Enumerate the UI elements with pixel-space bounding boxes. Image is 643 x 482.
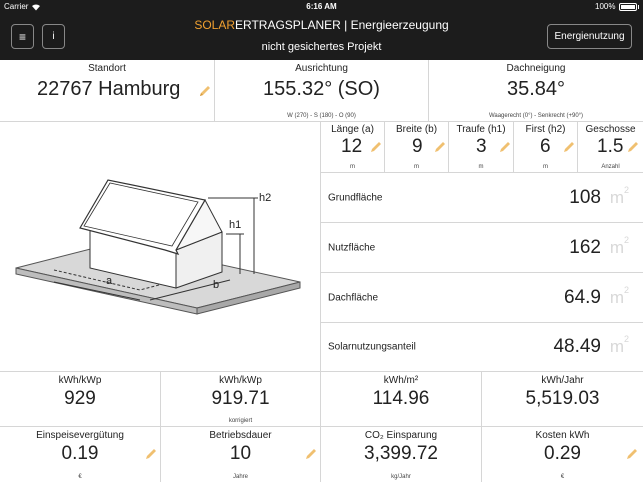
dim-label-b: b — [213, 279, 219, 291]
pencil-icon[interactable] — [304, 447, 318, 461]
input-unit: kg/Jahr — [391, 474, 411, 480]
dachneigung-value: 35.84° — [506, 78, 566, 100]
result-label: kWh/kWp — [219, 375, 262, 386]
dachflaeche-row: Dachfläche 64.9 m2 — [321, 273, 643, 323]
result-value: 5,519.03 — [525, 388, 600, 409]
status-right: 100% — [595, 2, 639, 11]
co2-einsparung-cell: CO₂ Einsparung 3,399.72 kg/Jahr — [321, 427, 482, 482]
battery-percent: 100% — [595, 2, 616, 11]
pencil-icon[interactable] — [433, 140, 447, 154]
dachflaeche-value: 64.9 — [564, 286, 601, 308]
status-bar: Carrier 6:16 AM 100% — [0, 0, 643, 14]
breite-cell[interactable]: Breite (b) 9 m — [385, 122, 449, 173]
ausrichtung-note: W (270) - S (180) - O (90) — [287, 113, 356, 119]
dachneigung-cell[interactable]: Dachneigung 35.84° Waagerecht (0°) - Sen… — [429, 60, 643, 122]
kosten-kwh-cell[interactable]: Kosten kWh 0.29 € — [482, 427, 643, 482]
breite-label: Breite (b) — [395, 124, 438, 135]
grundflaeche-row: Grundfläche 108 m2 — [321, 173, 643, 223]
battery-icon — [618, 2, 637, 11]
nutzflaeche-row: Nutzfläche 162 m2 — [321, 223, 643, 273]
geschosse-cell[interactable]: Geschosse 1.5 Anzahl — [578, 122, 643, 173]
result-value: 929 — [64, 388, 96, 409]
input-value: 10 — [229, 443, 252, 464]
standort-cell[interactable]: Standort 22767 Hamburg — [0, 60, 215, 122]
pencil-icon[interactable] — [144, 447, 158, 461]
pencil-icon[interactable] — [198, 84, 212, 98]
result-note: korrigiert — [228, 418, 253, 424]
input-label: Kosten kWh — [535, 430, 590, 441]
area-unit: m2 — [609, 284, 629, 307]
brand-ertragsplaner: ERTRAGSPLANER — [235, 18, 341, 32]
result-kwh-m2: kWh/m² 114.96 — [321, 372, 482, 427]
brand-solar: SOLAR — [194, 18, 235, 32]
result-kwh-jahr: kWh/Jahr 5,519.03 — [482, 372, 643, 427]
laenge-unit: m — [350, 164, 355, 170]
dachflaeche-label: Dachfläche — [328, 292, 379, 303]
pencil-icon[interactable] — [498, 140, 512, 154]
input-label: Betriebsdauer — [209, 430, 272, 441]
standort-value: 22767 Hamburg — [37, 78, 181, 100]
result-value: 919.71 — [211, 388, 270, 409]
einspeiseverguetung-cell[interactable]: Einspeisevergütung 0.19 € — [0, 427, 161, 482]
geschosse-label: Geschosse — [585, 124, 636, 135]
ausrichtung-cell[interactable]: Ausrichtung 155.32° (SO) W (270) - S (18… — [215, 60, 429, 122]
traufe-cell[interactable]: Traufe (h1) 3 m — [449, 122, 514, 173]
status-time: 6:16 AM — [306, 2, 337, 11]
solarnutzungsanteil-label: Solarnutzungsanteil — [328, 341, 416, 353]
grundflaeche-value: 108 — [569, 186, 601, 208]
result-label: kWh/m² — [383, 375, 419, 386]
house-illustration: a b h1 h2 — [15, 179, 301, 315]
nav-title-rest: | Energieerzeugung — [340, 18, 449, 32]
area-unit: m2 — [609, 234, 629, 257]
area-unit: m2 — [609, 184, 629, 207]
dim-label-h2: h2 — [259, 192, 271, 204]
input-value: 0.19 — [61, 443, 99, 464]
dim-label-a: a — [106, 275, 113, 287]
ausrichtung-value: 155.32° (SO) — [263, 78, 380, 100]
pencil-icon[interactable] — [626, 140, 640, 154]
first-cell[interactable]: First (h2) 6 m — [514, 122, 578, 173]
laenge-cell[interactable]: Länge (a) 12 m — [321, 122, 385, 173]
result-kwh-kwp: kWh/kWp 929 — [0, 372, 161, 427]
traufe-label: Traufe (h1) — [456, 124, 506, 135]
ausrichtung-label: Ausrichtung — [295, 63, 348, 74]
input-unit: Jahre — [232, 474, 248, 480]
breite-unit: m — [414, 164, 419, 170]
pencil-icon[interactable] — [625, 447, 639, 461]
solarnutzungsanteil-value: 48.49 — [553, 336, 601, 357]
betriebsdauer-cell[interactable]: Betriebsdauer 10 Jahre — [161, 427, 321, 482]
dachneigung-note: Waagerecht (0°) - Senkrecht (+90°) — [488, 113, 584, 119]
input-label: CO₂ Einsparung — [364, 430, 438, 441]
pencil-icon[interactable] — [369, 140, 383, 154]
input-label: Einspeisevergütung — [36, 430, 124, 441]
solarnutzungsanteil-row: Solarnutzungsanteil 48.49 m2 — [321, 323, 643, 372]
dim-label-h1: h1 — [229, 219, 241, 231]
energienutzung-button[interactable]: Energienutzung — [547, 24, 632, 49]
standort-label: Standort — [88, 63, 126, 74]
pencil-icon[interactable] — [562, 140, 576, 154]
navigation-bar: ≡ i SOLARERTRAGSPLANER | Energieerzeugun… — [0, 14, 643, 60]
geschosse-unit: Anzahl — [601, 164, 620, 170]
laenge-label: Länge (a) — [331, 124, 374, 135]
result-label: kWh/kWp — [58, 375, 102, 386]
dachneigung-label: Dachneigung — [506, 63, 566, 74]
result-label: kWh/Jahr — [541, 375, 584, 386]
nutzflaeche-label: Nutzfläche — [328, 242, 376, 253]
nutzflaeche-value: 162 — [569, 236, 601, 258]
area-unit: m2 — [609, 334, 629, 356]
input-value: 0.29 — [544, 443, 581, 464]
first-label: First (h2) — [525, 124, 566, 135]
result-value: 114.96 — [372, 388, 430, 409]
house-diagram: a b h1 h2 — [0, 122, 321, 372]
first-unit: m — [543, 164, 548, 170]
input-value: 3,399.72 — [364, 443, 438, 464]
traufe-unit: m — [478, 164, 484, 170]
input-unit: € — [78, 474, 82, 480]
result-kwh-kwp-korrigiert: kWh/kWp 919.71 korrigiert — [161, 372, 321, 427]
input-unit: € — [560, 474, 565, 480]
grundflaeche-label: Grundfläche — [328, 192, 383, 203]
